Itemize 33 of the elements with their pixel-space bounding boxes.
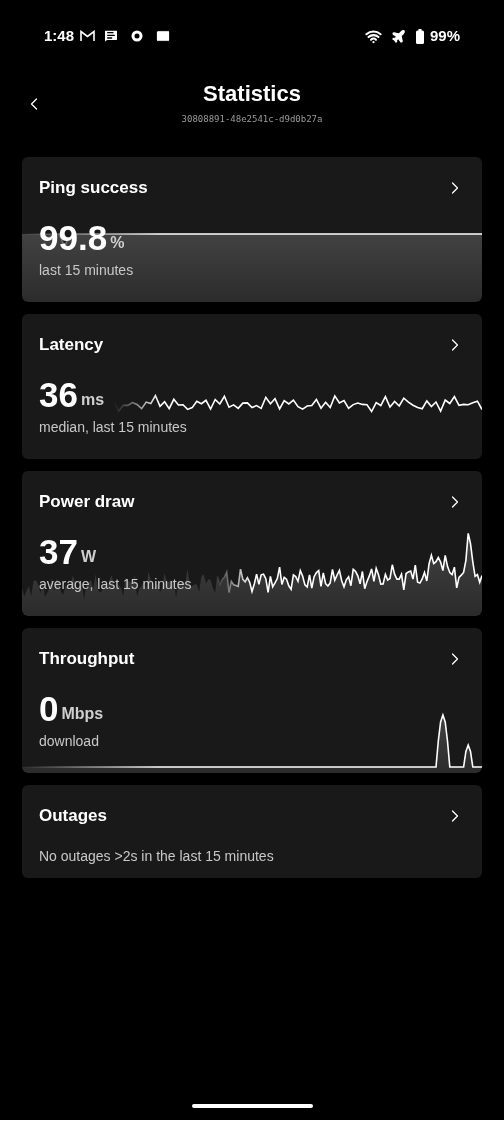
stat-card[interactable]: Latency 36 ms median, last 15 minutes [22, 314, 482, 459]
stat-card[interactable]: Ping success 99.8% last 15 minutes [22, 157, 482, 302]
airplane-icon [390, 28, 406, 44]
stat-card[interactable]: Outages No outages >2s in the last 15 minutes [22, 785, 482, 878]
card-caption: last 15 minutes [39, 261, 134, 278]
wifi-icon [364, 27, 382, 45]
card-title: Latency [39, 334, 104, 356]
battery-icon [415, 28, 424, 44]
metric-value: 0 [39, 690, 59, 727]
card-caption: No outages >2s in the last 15 minutes [39, 847, 274, 864]
message-icon [103, 28, 120, 44]
card-caption: average, last 15 minutes [39, 575, 192, 592]
m-logo-icon [80, 30, 96, 42]
metric-unit: W [80, 546, 97, 567]
card-title: Power draw [39, 491, 135, 513]
card-title: Ping success [39, 177, 148, 199]
metric-unit: ms [80, 389, 105, 410]
card-title: Throughput [39, 648, 135, 670]
stat-card[interactable]: Power draw 37 W average, last 15 minutes [22, 471, 482, 616]
page-title: Statistics [203, 80, 301, 108]
stat-card[interactable]: Throughput 0 Mbps download [22, 628, 482, 773]
battery-percent: 99% [429, 25, 460, 46]
card-caption: download [39, 732, 99, 749]
status-time: 1:48 [44, 25, 75, 46]
card-caption: median, last 15 minutes [39, 418, 187, 435]
card-title: Outages [39, 805, 108, 827]
metric-value: 36 [39, 376, 78, 413]
metric-value: 37 [39, 533, 78, 570]
device-id: 30808891-48e2541c-d9d0b27a [181, 113, 323, 126]
metric-unit: % [110, 232, 125, 253]
metric-unit: Mbps [61, 703, 104, 724]
sync-circle-icon [131, 30, 144, 42]
metric-value: 99.8 [39, 219, 108, 256]
